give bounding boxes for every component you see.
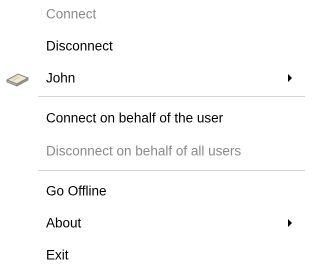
menu-separator [38, 96, 305, 97]
menu-item-label: About [46, 215, 82, 231]
menu-item-label: Exit [46, 247, 69, 263]
menu-item-label: Go Offline [46, 183, 107, 199]
menu-item-john[interactable]: John [0, 65, 305, 91]
menu-item-exit[interactable]: Exit [0, 242, 305, 268]
menu-item-label: Connect [46, 6, 97, 22]
menu-item-go-offline[interactable]: Go Offline [0, 178, 305, 204]
user-doc-icon [5, 69, 31, 87]
submenu-arrow-icon [288, 219, 292, 227]
menu-item-disconnect-all-users: Disconnect on behalf of all users [0, 138, 305, 164]
menu-item-connect-on-behalf[interactable]: Connect on behalf of the user [0, 105, 305, 131]
context-menu: Connect Disconnect John Connect on behal… [0, 0, 305, 269]
menu-item-connect: Connect [0, 1, 305, 27]
menu-item-label: Disconnect [46, 38, 113, 54]
menu-item-label: Disconnect on behalf of all users [46, 143, 242, 159]
menu-item-disconnect[interactable]: Disconnect [0, 33, 305, 59]
menu-item-about[interactable]: About [0, 210, 305, 236]
submenu-arrow-icon [288, 74, 292, 82]
menu-item-label: Connect on behalf of the user [46, 110, 224, 126]
menu-separator [38, 170, 305, 171]
menu-item-label: John [46, 70, 76, 86]
